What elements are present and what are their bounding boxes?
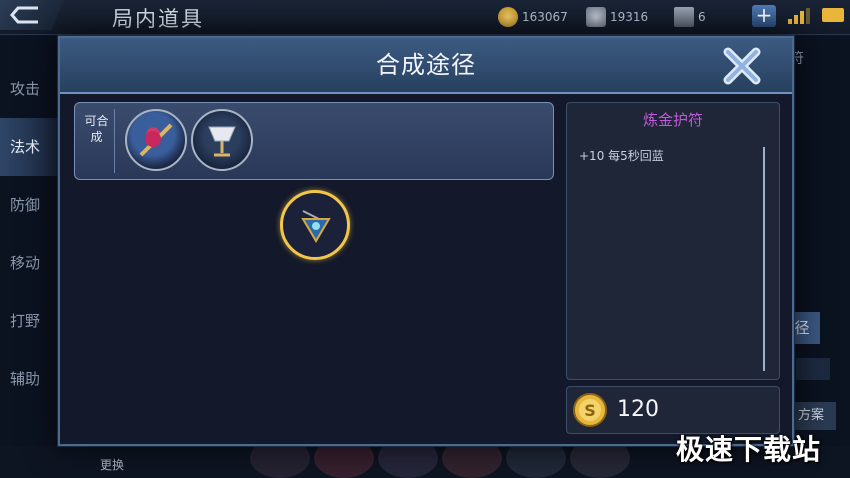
goblet-item-art <box>208 126 236 157</box>
goblet-item-icon[interactable] <box>191 109 253 171</box>
item-price: 120 <box>617 397 659 422</box>
ticket-icon <box>674 7 694 27</box>
signal-icon <box>788 8 810 24</box>
gold-resource: 163067 <box>498 7 568 27</box>
modal-title: 合成途径 <box>376 51 476 79</box>
synthesizable-row: 可合成 <box>74 102 554 180</box>
category-sidebar: 攻击 法术 防御 移动 打野 辅助 <box>0 60 60 408</box>
staff-item-icon[interactable] <box>125 109 187 171</box>
synthesizable-label: 可合成 <box>79 109 115 173</box>
chevron-down-icon[interactable] <box>796 358 830 380</box>
sidebar-item-magic[interactable]: 法术 <box>0 118 60 176</box>
diamond-value: 19316 <box>610 10 649 24</box>
close-icon[interactable] <box>720 44 764 88</box>
sidebar-item-movement[interactable]: 移动 <box>0 234 60 292</box>
gold-coin-icon <box>498 7 518 27</box>
staff-item-art <box>139 123 173 157</box>
battery-icon <box>822 8 844 22</box>
ticket-value: 6 <box>698 10 706 24</box>
sidebar-item-support[interactable]: 辅助 <box>0 350 60 408</box>
amulet-item-icon[interactable] <box>280 190 350 260</box>
gold-value: 163067 <box>522 10 568 24</box>
amulet-item-art <box>301 210 331 243</box>
ticket-resource: 6 <box>674 7 706 27</box>
item-name: 炼金护符 <box>642 111 703 129</box>
page-title: 局内道具 <box>112 7 204 31</box>
scrollbar[interactable] <box>763 147 765 371</box>
diamond-icon <box>586 7 606 27</box>
watermark: 极速下载站 <box>676 433 822 466</box>
synthesis-modal: 合成途径 可合成 炼金护符 +10 每5秒回蓝 S 120 <box>58 36 794 446</box>
change-button[interactable]: 更换 <box>100 456 124 473</box>
item-detail-panel: 炼金护符 +10 每5秒回蓝 <box>566 102 780 380</box>
gold-coin-icon: S <box>573 393 607 427</box>
add-currency-button[interactable]: + <box>752 5 776 27</box>
back-arrow-icon <box>10 6 38 24</box>
item-stat: +10 每5秒回蓝 <box>579 149 664 163</box>
svg-text:S: S <box>584 401 596 420</box>
diamond-resource: 19316 <box>586 7 648 27</box>
sidebar-item-attack[interactable]: 攻击 <box>0 60 60 118</box>
sidebar-item-defense[interactable]: 防御 <box>0 176 60 234</box>
sidebar-item-jungle[interactable]: 打野 <box>0 292 60 350</box>
price-panel: S 120 <box>566 386 780 434</box>
